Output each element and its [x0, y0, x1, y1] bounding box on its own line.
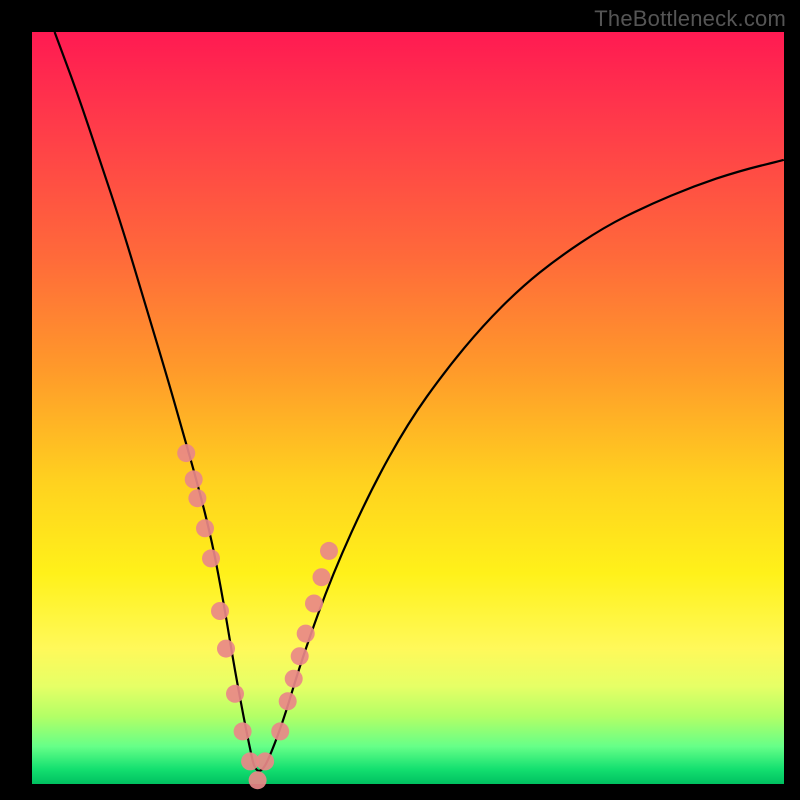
match-marker: [226, 685, 244, 703]
match-marker: [234, 722, 252, 740]
match-marker: [249, 771, 267, 789]
match-marker: [188, 489, 206, 507]
match-marker: [202, 549, 220, 567]
curve-layer: [32, 32, 784, 784]
match-marker: [217, 640, 235, 658]
watermark-text: TheBottleneck.com: [594, 6, 786, 32]
match-marker: [291, 647, 309, 665]
chart-stage: TheBottleneck.com: [0, 0, 800, 800]
match-marker: [279, 692, 297, 710]
match-marker: [211, 602, 229, 620]
match-marker: [320, 542, 338, 560]
match-marker: [313, 568, 331, 586]
match-markers-group: [177, 444, 338, 789]
bottleneck-curve: [55, 32, 784, 771]
match-marker: [285, 670, 303, 688]
match-marker: [305, 595, 323, 613]
match-marker: [177, 444, 195, 462]
match-marker: [256, 752, 274, 770]
match-marker: [185, 470, 203, 488]
plot-area: [32, 32, 784, 784]
match-marker: [196, 519, 214, 537]
match-marker: [297, 625, 315, 643]
match-marker: [271, 722, 289, 740]
